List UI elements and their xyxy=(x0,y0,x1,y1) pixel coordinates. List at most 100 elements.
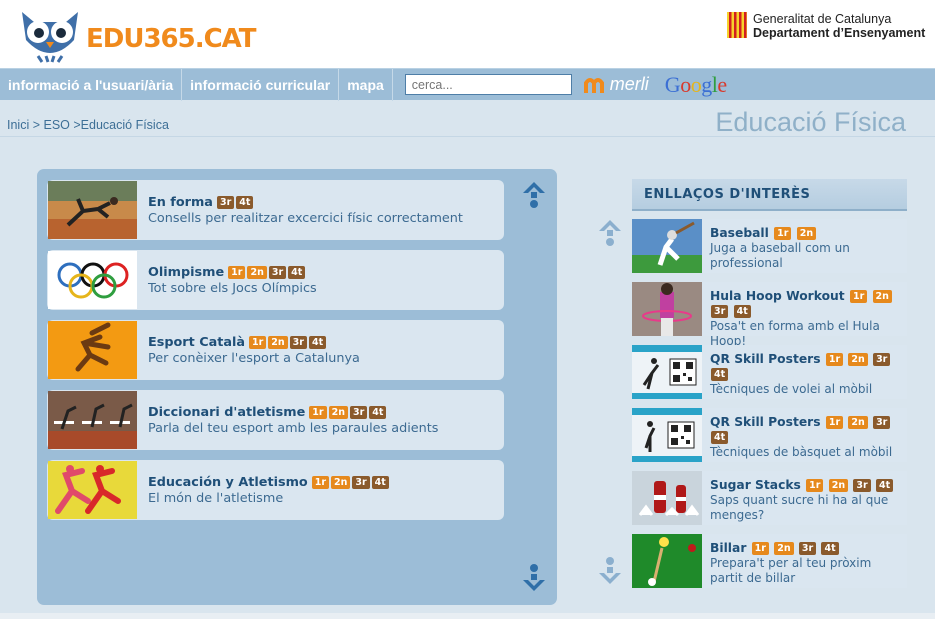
grade-badge: 2n xyxy=(872,290,892,303)
grade-badge: 2n xyxy=(268,335,288,349)
scroll-up-icon[interactable] xyxy=(521,180,547,210)
merli-link[interactable]: merli xyxy=(583,74,649,95)
grade-badge: 4t xyxy=(288,265,306,279)
sidebar-scroll-up-icon[interactable] xyxy=(597,218,623,248)
generalitat-logo[interactable]: Generalitat de Catalunya Departament d’E… xyxy=(727,12,925,40)
hula-hoop-thumbnail xyxy=(632,282,702,336)
breadcrumb-home[interactable]: Inici xyxy=(7,118,29,132)
grade-badge: 3r xyxy=(798,542,817,555)
link-title[interactable]: QR Skill Posters xyxy=(710,352,821,366)
athletics-thumbnail xyxy=(48,461,137,519)
logo-text: EDU365.CAT xyxy=(86,24,257,54)
grade-badge: 4t xyxy=(733,305,751,318)
breadcrumb-current: Educació Física xyxy=(80,118,169,132)
grade-badge: 1r xyxy=(849,290,868,303)
links-heading: ENLLAÇOS D'INTERÈS xyxy=(632,179,907,211)
grade-badge: 2n xyxy=(848,416,868,429)
link-title[interactable]: Baseball xyxy=(710,226,769,240)
interest-link[interactable]: Baseball 1r 2n Juga a baseball com un pr… xyxy=(632,219,907,273)
grade-badge: 3r xyxy=(352,475,370,489)
nav-item-user-info[interactable]: informació a l'usuari/ària xyxy=(0,68,183,101)
grade-badge: 2n xyxy=(247,265,267,279)
grade-badge: 1r xyxy=(751,542,769,555)
grade-badge: 4t xyxy=(236,195,254,209)
resource-card[interactable]: Diccionari d'atletisme 1r 2n 3r 4t Parla… xyxy=(47,390,504,450)
grade-badge: 1r xyxy=(825,416,844,429)
interest-link[interactable]: Sugar Stacks 1r 2n 3r 4t Saps quant sucr… xyxy=(632,471,907,525)
grade-badge: 4t xyxy=(821,542,839,555)
link-title[interactable]: Billar xyxy=(710,541,746,555)
search-input[interactable] xyxy=(404,74,572,95)
grade-badge: 2n xyxy=(848,353,868,366)
grade-badge: 2n xyxy=(328,405,348,419)
link-title[interactable]: Sugar Stacks xyxy=(710,478,801,492)
nav-item-map[interactable]: mapa xyxy=(339,68,393,101)
google-link[interactable]: Google xyxy=(665,72,727,98)
grade-badge: 1r xyxy=(825,353,844,366)
card-description: Per conèixer l'esport a Catalunya xyxy=(148,350,360,366)
card-description: Tot sobre els Jocs Olímpics xyxy=(148,280,317,296)
sidebar-scroll-down-icon[interactable] xyxy=(597,556,623,586)
resource-card[interactable]: Olimpisme 1r 2n 3r 4t Tot sobre els Jocs… xyxy=(47,250,504,310)
card-title[interactable]: Diccionari d'atletisme xyxy=(148,405,305,420)
nav-item-curricular-info[interactable]: informació curricular xyxy=(182,68,340,101)
link-description: Tècniques de volei al mòbil xyxy=(710,382,873,396)
page-title: Educació Física xyxy=(715,107,906,137)
grade-badge: 1r xyxy=(806,479,824,492)
grade-badge: 4t xyxy=(711,368,729,381)
qr-basketball-poster-thumbnail xyxy=(632,408,702,462)
interest-link[interactable]: QR Skill Posters 1r 2n 3r 4t Tècniques d… xyxy=(632,345,907,399)
grade-badge: 4t xyxy=(369,405,387,419)
grade-badge: 4t xyxy=(308,335,327,349)
generalitat-shield-icon xyxy=(727,12,747,38)
grade-badge: 2n xyxy=(828,479,849,492)
divider xyxy=(0,136,935,137)
site-header: EDU365.CAT Generalitat de Catalunya Depa… xyxy=(0,0,935,68)
grade-badge: 3r xyxy=(873,353,891,366)
breadcrumb: Inici > ESO > Educació Física xyxy=(7,118,169,132)
grade-badge: 1r xyxy=(228,265,246,279)
grade-badge: 1r xyxy=(774,227,792,240)
card-title[interactable]: Esport Català xyxy=(148,335,245,350)
card-description: El món de l'atletisme xyxy=(148,490,284,506)
edu365-logo[interactable]: EDU365.CAT xyxy=(18,6,257,64)
links-heading-label: ENLLAÇOS D'INTERÈS xyxy=(644,187,811,202)
breadcrumb-separator: > xyxy=(29,118,44,132)
interest-link[interactable]: QR Skill Posters 1r 2n 3r 4t Tècniques d… xyxy=(632,408,907,462)
resource-card[interactable]: Esport Català 1r 2n 3r 4t Per conèixer l… xyxy=(47,320,504,380)
card-title[interactable]: En forma xyxy=(148,195,213,210)
grade-badge: 3r xyxy=(268,265,287,279)
card-description: Parla del teu esport amb les paraules ad… xyxy=(148,420,439,436)
billiards-thumbnail xyxy=(632,534,702,588)
grade-badge: 3r xyxy=(216,195,235,209)
grade-badge: 1r xyxy=(311,475,329,489)
link-description: Juga a baseball com un professional xyxy=(710,241,850,270)
owl-logo-icon xyxy=(22,12,78,63)
link-description: Saps quant sucre hi ha al que menges? xyxy=(710,493,889,522)
card-title[interactable]: Olimpisme xyxy=(148,265,224,280)
merli-label: merli xyxy=(609,74,649,94)
grade-badge: 3r xyxy=(853,479,871,492)
grade-badge: 3r xyxy=(873,416,891,429)
grade-badge: 3r xyxy=(349,405,368,419)
resource-card[interactable]: En forma 3r 4t Consells per realitzar ex… xyxy=(47,180,504,240)
link-description: Tècniques de bàsquet al mòbil xyxy=(710,445,893,459)
breadcrumb-separator: > xyxy=(69,118,81,132)
grade-badge: 2n xyxy=(774,542,794,555)
grade-badge: 4t xyxy=(371,475,389,489)
link-description: Prepara't per al teu pròxim partit de bi… xyxy=(710,556,872,585)
page-bottom-bar xyxy=(0,613,935,619)
interest-link[interactable]: Hula Hoop Workout 1r 2n 3r 4t Posa't en … xyxy=(632,282,907,348)
sugar-stacks-thumbnail xyxy=(632,471,702,525)
generalitat-name: Generalitat de Catalunya xyxy=(753,12,892,26)
scroll-down-icon[interactable] xyxy=(521,563,547,593)
interest-link[interactable]: Billar 1r 2n 3r 4t Prepara't per al teu … xyxy=(632,534,907,588)
link-title[interactable]: QR Skill Posters xyxy=(710,415,821,429)
grade-badge: 4t xyxy=(711,431,729,444)
grade-badge: 2n xyxy=(796,227,817,240)
breadcrumb-eso[interactable]: ESO xyxy=(43,118,69,132)
link-title[interactable]: Hula Hoop Workout xyxy=(710,289,845,303)
sprinter-thumbnail xyxy=(48,181,137,239)
resource-card[interactable]: Educación y Atletismo 1r 2n 3r 4t El món… xyxy=(47,460,504,520)
card-title[interactable]: Educación y Atletismo xyxy=(148,475,308,490)
